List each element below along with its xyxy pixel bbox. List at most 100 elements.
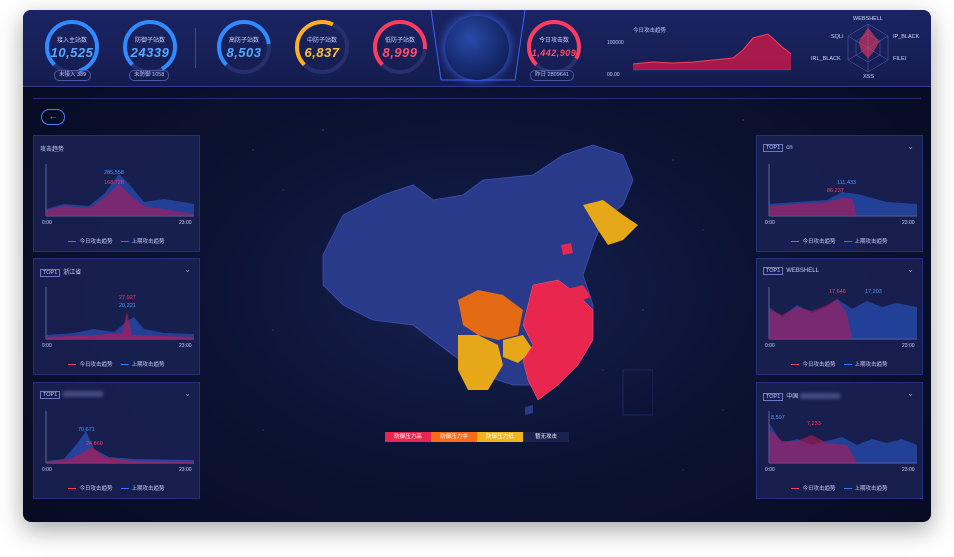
header-rule (33, 98, 921, 99)
panel-title: TOP1 cn (763, 144, 793, 152)
globe-icon (445, 16, 509, 80)
legend-none: 暂无攻击 (523, 432, 569, 442)
x-start: 0:00 (42, 343, 52, 349)
right-panel-cn: TOP1 cn ⌄ 111,433 86,237 0:00 23:00 今日攻击趋… (756, 135, 923, 252)
peak-red-label: 86,237 (827, 188, 844, 194)
arrow-left-icon: ← (48, 111, 58, 121)
china-threat-map (322, 144, 653, 416)
peak-red-label: 17,646 (829, 289, 846, 295)
radar-label: IRL_BLACK (811, 56, 841, 62)
gauge-value: 10,525 (50, 45, 94, 60)
panel-legend: 今日攻击趋势 上期攻击趋势 (757, 237, 922, 245)
right-panel-webshell: TOP1 WEBSHELL ⌄ 17,646 17,203 0:00 23:00 … (756, 258, 923, 375)
map-region-beijing (561, 243, 573, 255)
gauge-label: 接入主站数 (56, 38, 87, 44)
panel-chart: 285,558 168,728 0:00 23:00 (42, 164, 194, 226)
x-end: 23:00 (179, 220, 192, 226)
gauge-sub-pill: 未防御 1058 (129, 70, 170, 81)
trend-line (632, 33, 792, 71)
gauge-label: 高防子站数 (228, 38, 259, 44)
panel-title: TOP1 WEBSHELL (763, 267, 819, 275)
chevron-down-icon[interactable]: ⌄ (184, 389, 191, 398)
radar-label: FILEI (893, 56, 907, 62)
x-end: 23:00 (179, 467, 192, 473)
radar-label: SQLI (831, 34, 844, 40)
peak-blue-label: 285,558 (104, 170, 124, 176)
trend-y-max: 100000 (607, 40, 624, 46)
panel-title: 攻击趋势 (40, 147, 65, 153)
back-button[interactable]: ← (41, 109, 65, 125)
panel-chart: 111,433 86,237 0:00 23:00 (765, 164, 917, 226)
x-end: 23:00 (902, 220, 915, 226)
panel-chart: 70,671 24,860 0:00 23:00 (42, 411, 194, 473)
map-region-hainan (525, 405, 533, 415)
gauge-high-defense: 高防子站数 8,503 (215, 18, 273, 76)
chevron-down-icon[interactable]: ⌄ (184, 265, 191, 274)
gauge-label: 低防子站数 (384, 38, 415, 44)
left-panel-overall: 攻击趋势 285,558 168,728 0:00 23:00 今日攻击趋势 上期… (33, 135, 200, 252)
panel-chart: 27,927 20,221 0:00 23:00 (42, 287, 194, 349)
x-end: 23:00 (902, 343, 915, 349)
chevron-down-icon[interactable]: ⌄ (907, 389, 914, 398)
gauge-defense-sites: 防御子站数 24339 (121, 18, 179, 76)
gauge-label: 防御子站数 (134, 38, 165, 44)
panel-legend: 今日攻击趋势 上期攻击趋势 (757, 360, 922, 368)
x-end: 23:00 (179, 343, 192, 349)
redacted-text (63, 391, 104, 398)
gauge-today-attacks: 今日攻击数 1,442,909 (525, 18, 583, 76)
left-panel-zhejiang: TOP1 浙江省 ⌄ 27,927 20,221 0:00 23:00 今日攻击趋… (33, 258, 200, 375)
x-start: 0:00 (765, 467, 775, 473)
left-panel-top1-blurred: TOP1 ⌄ 70,671 24,860 0:00 23:00 今日攻击趋势 上期… (33, 382, 200, 499)
gauge-label: 今日攻击数 (538, 38, 569, 44)
gauge-mid-defense: 中防子站数 6,837 (293, 18, 351, 76)
panel-title: TOP1 (40, 391, 104, 399)
dashboard-window: 接入主站数 10,525 未接入 389 防御子站数 24339 未防御 105… (23, 10, 931, 522)
x-start: 0:00 (42, 467, 52, 473)
peak-blue-label: 20,221 (119, 303, 136, 309)
today-attack-trend-chart: 今日攻击趋势 100000 00.00 (603, 24, 793, 80)
attack-type-radar: WEBSHELL IP_BLACK FILEI XSS IRL_BLACK SQ… (811, 14, 923, 82)
panel-legend: 今日攻击趋势 上期攻击趋势 (34, 360, 199, 368)
legend-low: 防御压力低 (477, 432, 523, 442)
gauge-value: 1,442,909 (531, 48, 577, 58)
gauge-sub-pill: 未接入 389 (54, 70, 92, 81)
panel-title: TOP1 中国 (763, 391, 840, 401)
map-legend: 防御压力高 防御压力中 防御压力低 暂无攻击 (385, 432, 569, 442)
gauge-value: 8,503 (226, 45, 262, 60)
panel-chart: 8,597 7,233 0:00 23:00 (765, 411, 917, 473)
trend-title: 今日攻击趋势 (633, 28, 667, 34)
gauge-label: 中防子站数 (306, 38, 337, 44)
peak-blue-label: 70,671 (78, 427, 95, 433)
panel-title: TOP1 浙江省 (40, 267, 81, 277)
chevron-down-icon[interactable]: ⌄ (907, 265, 914, 274)
radar-label: WEBSHELL (853, 16, 883, 22)
gauge-sub-pill: 昨日 2809641 (530, 70, 574, 81)
gauge-low-defense: 低防子站数 8,999 (371, 18, 429, 76)
peak-blue-label: 111,433 (837, 180, 856, 186)
peak-blue-label: 17,203 (865, 289, 882, 295)
redacted-text (799, 393, 840, 400)
gauge-main-sites: 接入主站数 10,525 (43, 18, 101, 76)
panel-legend: 今日攻击趋势 上期攻击趋势 (757, 484, 922, 492)
peak-red-label: 27,927 (119, 295, 136, 301)
x-start: 0:00 (765, 343, 775, 349)
x-start: 0:00 (765, 220, 775, 226)
peak-red-label: 24,860 (86, 441, 103, 447)
panel-legend: 今日攻击趋势 上期攻击趋势 (34, 484, 199, 492)
gauge-value: 24339 (130, 45, 170, 60)
divider (195, 28, 196, 68)
radar-label: XSS (863, 74, 875, 80)
panel-legend: 今日攻击趋势 上期攻击趋势 (34, 237, 199, 245)
legend-mid: 防御压力中 (431, 432, 477, 442)
peak-red-label: 7,233 (807, 421, 821, 427)
gauge-value: 6,837 (304, 45, 340, 60)
legend-high: 防御压力高 (385, 432, 431, 442)
x-start: 0:00 (42, 220, 52, 226)
top-stats-bar: 接入主站数 10,525 未接入 389 防御子站数 24339 未防御 105… (23, 10, 931, 87)
trend-y-min: 00.00 (607, 72, 620, 78)
peak-red-label: 168,728 (104, 180, 124, 186)
right-panel-china: TOP1 中国 ⌄ 8,597 7,233 0:00 23:00 今日攻击趋势 上期… (756, 382, 923, 499)
south-sea-inset (622, 369, 653, 416)
panel-chart: 17,646 17,203 0:00 23:00 (765, 287, 917, 349)
chevron-down-icon[interactable]: ⌄ (907, 142, 914, 151)
